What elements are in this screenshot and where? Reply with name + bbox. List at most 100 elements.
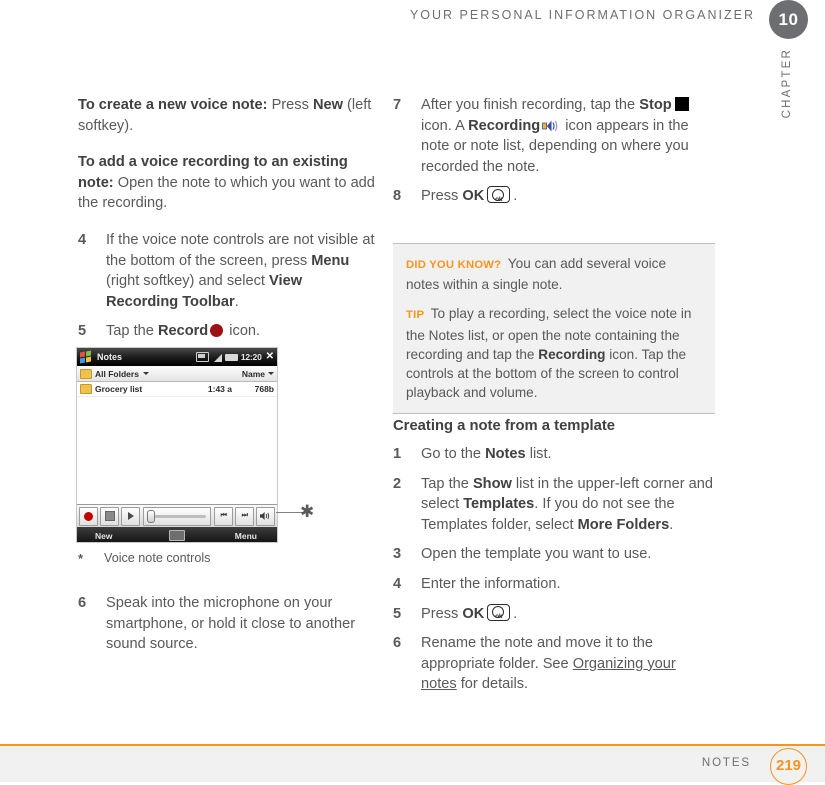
left-column-continued: 6 Speak into the microphone on your smar… bbox=[78, 593, 378, 664]
t1-bold-notes: Notes bbox=[485, 446, 526, 462]
tip-paragraph: TIP To play a recording, select the voic… bbox=[406, 304, 702, 402]
page-header: YOUR PERSONAL INFORMATION ORGANIZER 10 C… bbox=[0, 0, 825, 118]
softkey-left[interactable]: New bbox=[95, 531, 112, 541]
note-size: 768b bbox=[254, 384, 274, 394]
step-5-number: 5 bbox=[78, 323, 87, 340]
slider-thumb[interactable] bbox=[147, 510, 155, 523]
t2-bold-show: Show bbox=[472, 475, 512, 492]
tip-bold-recording: Recording bbox=[538, 346, 606, 362]
template-step-4-body: Enter the information. bbox=[421, 575, 561, 592]
running-head-title: YOUR PERSONAL INFORMATION ORGANIZER bbox=[409, 8, 755, 22]
step-7-body: After you finish recording, tap the Stop… bbox=[421, 95, 715, 177]
chevron-down-icon[interactable] bbox=[142, 372, 149, 375]
step-8-seg1: Press bbox=[421, 188, 463, 205]
chevron-down-icon-sort[interactable] bbox=[268, 372, 274, 375]
t2-bold-more-folders: More Folders bbox=[577, 516, 670, 533]
caption-marker: * bbox=[78, 551, 84, 566]
template-step-1-number: 1 bbox=[393, 446, 402, 462]
template-step-2: 2 Tap the Show list in the upper-left co… bbox=[393, 474, 715, 536]
paragraph-add-recording: To add a voice recording to an existing … bbox=[78, 152, 378, 214]
template-steps-list: 1 Go to the Notes list. 2 Tap the Show l… bbox=[393, 444, 715, 704]
note-time: 1:43 a bbox=[207, 384, 232, 394]
t6-seg2: for details. bbox=[456, 676, 529, 693]
chapter-number-badge: 10 bbox=[769, 0, 808, 39]
step-6: 6 Speak into the microphone on your smar… bbox=[78, 593, 378, 655]
step-4-number: 4 bbox=[78, 231, 87, 248]
play-icon bbox=[127, 512, 134, 520]
template-step-5-body: Press OK ok. bbox=[421, 603, 715, 625]
playback-slider[interactable] bbox=[143, 506, 211, 526]
step-7-bold-stop: Stop bbox=[639, 97, 672, 113]
device-folder-bar[interactable]: All Folders Name bbox=[77, 366, 277, 382]
step-7-seg2: icon. A bbox=[421, 117, 469, 134]
section-heading-template: Creating a note from a template bbox=[393, 418, 615, 434]
left-column: To create a new voice note: Press New (l… bbox=[78, 95, 378, 351]
step-8: 8 Press OK ok. bbox=[393, 186, 715, 207]
step-8-seg3: . bbox=[513, 188, 518, 205]
recording-toolbar[interactable]: ⏮ ⏭ bbox=[77, 504, 277, 527]
step-5-seg1: Tap the bbox=[106, 323, 158, 340]
t5-seg3: . bbox=[513, 605, 518, 622]
right-column: 7 After you finish recording, tap the St… bbox=[393, 95, 715, 216]
windows-logo-icon bbox=[80, 349, 93, 364]
toolbar-stop-button[interactable] bbox=[100, 506, 119, 526]
template-step-1: 1 Go to the Notes list. bbox=[393, 444, 715, 465]
template-step-2-number: 2 bbox=[393, 475, 402, 492]
template-step-1-body: Go to the Notes list. bbox=[421, 444, 715, 465]
page-number-badge: 219 bbox=[770, 748, 807, 785]
ok-button-icon: ok bbox=[487, 186, 511, 204]
caption-text: Voice note controls bbox=[104, 551, 211, 565]
folder-filter-label: All Folders bbox=[95, 368, 139, 379]
toolbar-volume-button[interactable] bbox=[256, 506, 275, 526]
t5-seg1: Press bbox=[421, 605, 463, 622]
template-step-6-number: 6 bbox=[393, 635, 402, 652]
callout-asterisk-marker: ✱ bbox=[300, 502, 315, 521]
t1-seg2: list. bbox=[525, 446, 552, 462]
toolbar-record-button[interactable] bbox=[79, 506, 98, 526]
step-7-bold-recording: Recording bbox=[468, 117, 541, 134]
template-step-3-number: 3 bbox=[393, 546, 402, 563]
previous-icon: ⏮ bbox=[220, 512, 227, 519]
template-step-4: 4 Enter the information. bbox=[393, 574, 715, 595]
recording-speaker-icon bbox=[542, 120, 558, 132]
bold-new-softkey: New bbox=[312, 97, 343, 113]
tip-callout-box: DID YOU KNOW? You can add several voice … bbox=[393, 243, 715, 415]
step-5-body: Tap the Record icon. bbox=[106, 321, 378, 342]
ok-button-icon-2: ok bbox=[487, 603, 511, 621]
step-8-number: 8 bbox=[393, 188, 402, 205]
text-add-after: Open the note to which you want to add t… bbox=[78, 174, 375, 212]
connection-icon bbox=[195, 352, 209, 362]
device-softkey-bar[interactable]: New Menu bbox=[77, 527, 277, 542]
template-step-3: 3 Open the template you want to use. bbox=[393, 544, 715, 565]
template-step-6: 6 Rename the note and move it to the app… bbox=[393, 633, 715, 695]
template-step-2-body: Tap the Show list in the upper-left corn… bbox=[421, 474, 715, 536]
toolbar-previous-button[interactable]: ⏮ bbox=[214, 506, 233, 526]
tip-label: TIP bbox=[406, 309, 425, 322]
list-item[interactable]: Grocery list 1:43 a 768b bbox=[77, 382, 277, 397]
device-title-bar: Notes 12:20 ✕ bbox=[77, 348, 277, 366]
template-step-5-number: 5 bbox=[393, 605, 402, 622]
step-8-bold-ok: OK bbox=[462, 188, 485, 205]
note-name: Grocery list bbox=[95, 384, 143, 394]
did-you-know-paragraph: DID YOU KNOW? You can add several voice … bbox=[406, 254, 702, 294]
softkey-right[interactable]: Menu bbox=[235, 531, 257, 541]
sort-label: Name bbox=[241, 368, 265, 379]
close-icon[interactable]: ✕ bbox=[266, 352, 274, 362]
t1-seg1: Go to the bbox=[421, 446, 486, 462]
step-5-bold-record: Record bbox=[157, 323, 209, 340]
step-7: 7 After you finish recording, tap the St… bbox=[393, 95, 715, 177]
sort-control[interactable]: Name bbox=[242, 369, 274, 379]
text-create-after: Press bbox=[267, 97, 313, 113]
chapter-label: CHAPTER bbox=[781, 48, 793, 119]
battery-icon bbox=[224, 353, 238, 361]
step-4-seg3: . bbox=[234, 293, 239, 310]
toolbar-next-button[interactable]: ⏭ bbox=[235, 506, 254, 526]
device-note-list[interactable]: Grocery list 1:43 a 768b bbox=[77, 382, 277, 504]
step-7-number: 7 bbox=[393, 97, 402, 113]
step-6-body: Speak into the microphone on your smartp… bbox=[106, 595, 356, 653]
template-step-6-body: Rename the note and move it to the appro… bbox=[421, 633, 715, 695]
toolbar-play-button[interactable] bbox=[121, 506, 140, 526]
footer-section-label: NOTES bbox=[701, 757, 751, 769]
keyboard-icon[interactable] bbox=[169, 530, 185, 541]
figure-caption: * Voice note controls bbox=[78, 551, 378, 566]
